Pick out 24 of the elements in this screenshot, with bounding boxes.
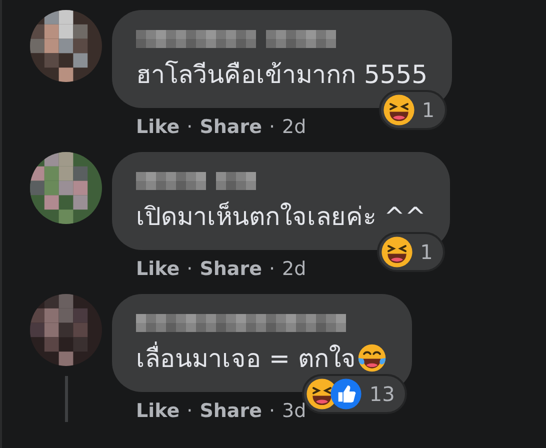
reaction-summary[interactable]: 1 <box>378 90 447 130</box>
haha-emoji-icon <box>380 235 414 269</box>
separator-dot: · <box>186 400 193 422</box>
action-link[interactable]: Share <box>200 258 262 280</box>
separator-dot: · <box>186 116 193 138</box>
action-link[interactable]: Like <box>136 116 180 138</box>
haha-emoji-icon <box>382 93 416 127</box>
action-link[interactable]: Like <box>136 258 180 280</box>
thumbs-up-icon <box>329 377 364 411</box>
separator-dot: · <box>186 258 193 280</box>
action-link[interactable]: Share <box>200 116 262 138</box>
timestamp[interactable]: 2d <box>282 116 306 138</box>
comment-text: เปิดมาเห็นตกใจเลยค่ะ ^^ <box>136 200 426 233</box>
separator-dot: · <box>268 116 276 138</box>
separator-dot: · <box>268 400 276 422</box>
reaction-count: 13 <box>369 382 395 406</box>
reaction-summary[interactable]: 1 <box>377 232 445 272</box>
reaction-count: 1 <box>420 240 433 264</box>
timestamp[interactable]: 2d <box>282 258 306 280</box>
action-link[interactable]: Like <box>136 400 180 422</box>
reaction-count: 1 <box>422 98 435 122</box>
separator-dot: · <box>268 258 276 280</box>
comment-text: ฮาโลวีนคือเข้ามากก 5555 <box>136 59 428 91</box>
action-link[interactable]: Share <box>200 400 262 422</box>
